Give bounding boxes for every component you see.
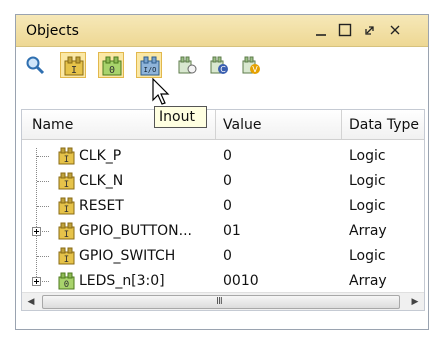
- svg-text:C: C: [220, 65, 226, 74]
- tree-connector: [37, 156, 49, 157]
- objects-toolbar: I 0 I/O C V: [16, 48, 428, 82]
- signal-name: CLK_N: [79, 173, 124, 189]
- scrollbar-thumb[interactable]: III: [42, 295, 400, 309]
- horizontal-scrollbar[interactable]: ◀ III ▶: [22, 292, 424, 310]
- output-filter-icon[interactable]: 0: [98, 52, 124, 78]
- column-divider[interactable]: [341, 110, 342, 139]
- objects-table: Name Value Data Type I CLK_P 0 Logic I C…: [21, 109, 425, 311]
- panel-title: Objects: [26, 23, 79, 39]
- table-row[interactable]: I CLK_N 0 Logic: [22, 169, 424, 194]
- svg-text:I/O: I/O: [144, 66, 157, 74]
- signal-data-type: Logic: [349, 148, 386, 164]
- minimize-icon[interactable]: [310, 19, 332, 41]
- input-port-icon: I: [58, 172, 75, 190]
- column-header-value[interactable]: Value: [223, 117, 261, 133]
- tooltip: Inout: [154, 106, 207, 128]
- column-header-name[interactable]: Name: [32, 117, 73, 133]
- signal-name: LEDS_n[3:0]: [79, 273, 165, 289]
- signal-value: 0010: [223, 273, 259, 289]
- close-icon[interactable]: [384, 19, 406, 41]
- table-header: Name Value Data Type: [22, 110, 424, 140]
- signal-name: RESET: [79, 198, 124, 214]
- tree-connector: [37, 256, 49, 257]
- svg-text:I: I: [64, 205, 69, 215]
- panel-titlebar: Objects: [16, 15, 428, 47]
- input-port-icon: I: [58, 197, 75, 215]
- input-filter-icon[interactable]: I: [60, 52, 86, 78]
- scroll-left-icon[interactable]: ◀: [22, 293, 40, 311]
- signal-name: CLK_P: [79, 148, 122, 164]
- signal-value: 0: [223, 148, 232, 164]
- output-port-icon: 0: [58, 272, 75, 290]
- signal-data-type: Array: [349, 223, 387, 239]
- signal-value: 01: [223, 223, 241, 239]
- objects-panel: Objects I 0 I/O C V Name Value Data Type…: [15, 14, 429, 330]
- svg-text:V: V: [252, 65, 258, 74]
- tree-connector: [42, 231, 49, 232]
- signal-data-type: Logic: [349, 248, 386, 264]
- maximize-icon[interactable]: [334, 19, 356, 41]
- restore-icon[interactable]: [359, 19, 381, 41]
- constant-icon[interactable]: C: [206, 52, 232, 78]
- signal-name: GPIO_SWITCH: [79, 248, 176, 264]
- svg-text:0: 0: [64, 280, 69, 290]
- signal-name: GPIO_BUTTON...: [79, 223, 192, 239]
- scrollbar-grip: III: [216, 296, 223, 307]
- svg-text:I: I: [71, 65, 77, 76]
- scroll-right-icon[interactable]: ▶: [406, 293, 424, 311]
- signal-value: 0: [223, 173, 232, 189]
- table-row[interactable]: 0 LEDS_n[3:0] 0010 Array: [22, 269, 424, 294]
- table-row[interactable]: I GPIO_SWITCH 0 Logic: [22, 244, 424, 269]
- tree-connector: [42, 281, 49, 282]
- input-port-icon: I: [58, 147, 75, 165]
- variable-icon[interactable]: V: [238, 52, 264, 78]
- signal-data-type: Logic: [349, 173, 386, 189]
- svg-text:I: I: [64, 180, 69, 190]
- search-icon[interactable]: [22, 52, 48, 78]
- inout-filter-icon[interactable]: I/O: [136, 52, 162, 78]
- table-row[interactable]: I RESET 0 Logic: [22, 194, 424, 219]
- signal-data-type: Logic: [349, 198, 386, 214]
- signal-value: 0: [223, 248, 232, 264]
- internal-signal-icon[interactable]: [174, 52, 200, 78]
- table-row[interactable]: I CLK_P 0 Logic: [22, 144, 424, 169]
- expand-icon[interactable]: [32, 227, 41, 236]
- signal-data-type: Array: [349, 273, 387, 289]
- input-port-icon: I: [58, 222, 75, 240]
- signal-value: 0: [223, 198, 232, 214]
- expand-icon[interactable]: [32, 277, 41, 286]
- mouse-cursor-icon: [152, 78, 170, 105]
- table-row[interactable]: I GPIO_BUTTON... 01 Array: [22, 219, 424, 244]
- column-divider[interactable]: [215, 110, 216, 139]
- column-header-data-type[interactable]: Data Type: [349, 117, 419, 133]
- svg-text:I: I: [64, 255, 69, 265]
- input-port-icon: I: [58, 247, 75, 265]
- svg-text:I: I: [64, 155, 69, 165]
- svg-text:0: 0: [109, 65, 115, 76]
- tree-connector: [37, 181, 49, 182]
- svg-text:I: I: [64, 230, 69, 240]
- tree-connector: [37, 206, 49, 207]
